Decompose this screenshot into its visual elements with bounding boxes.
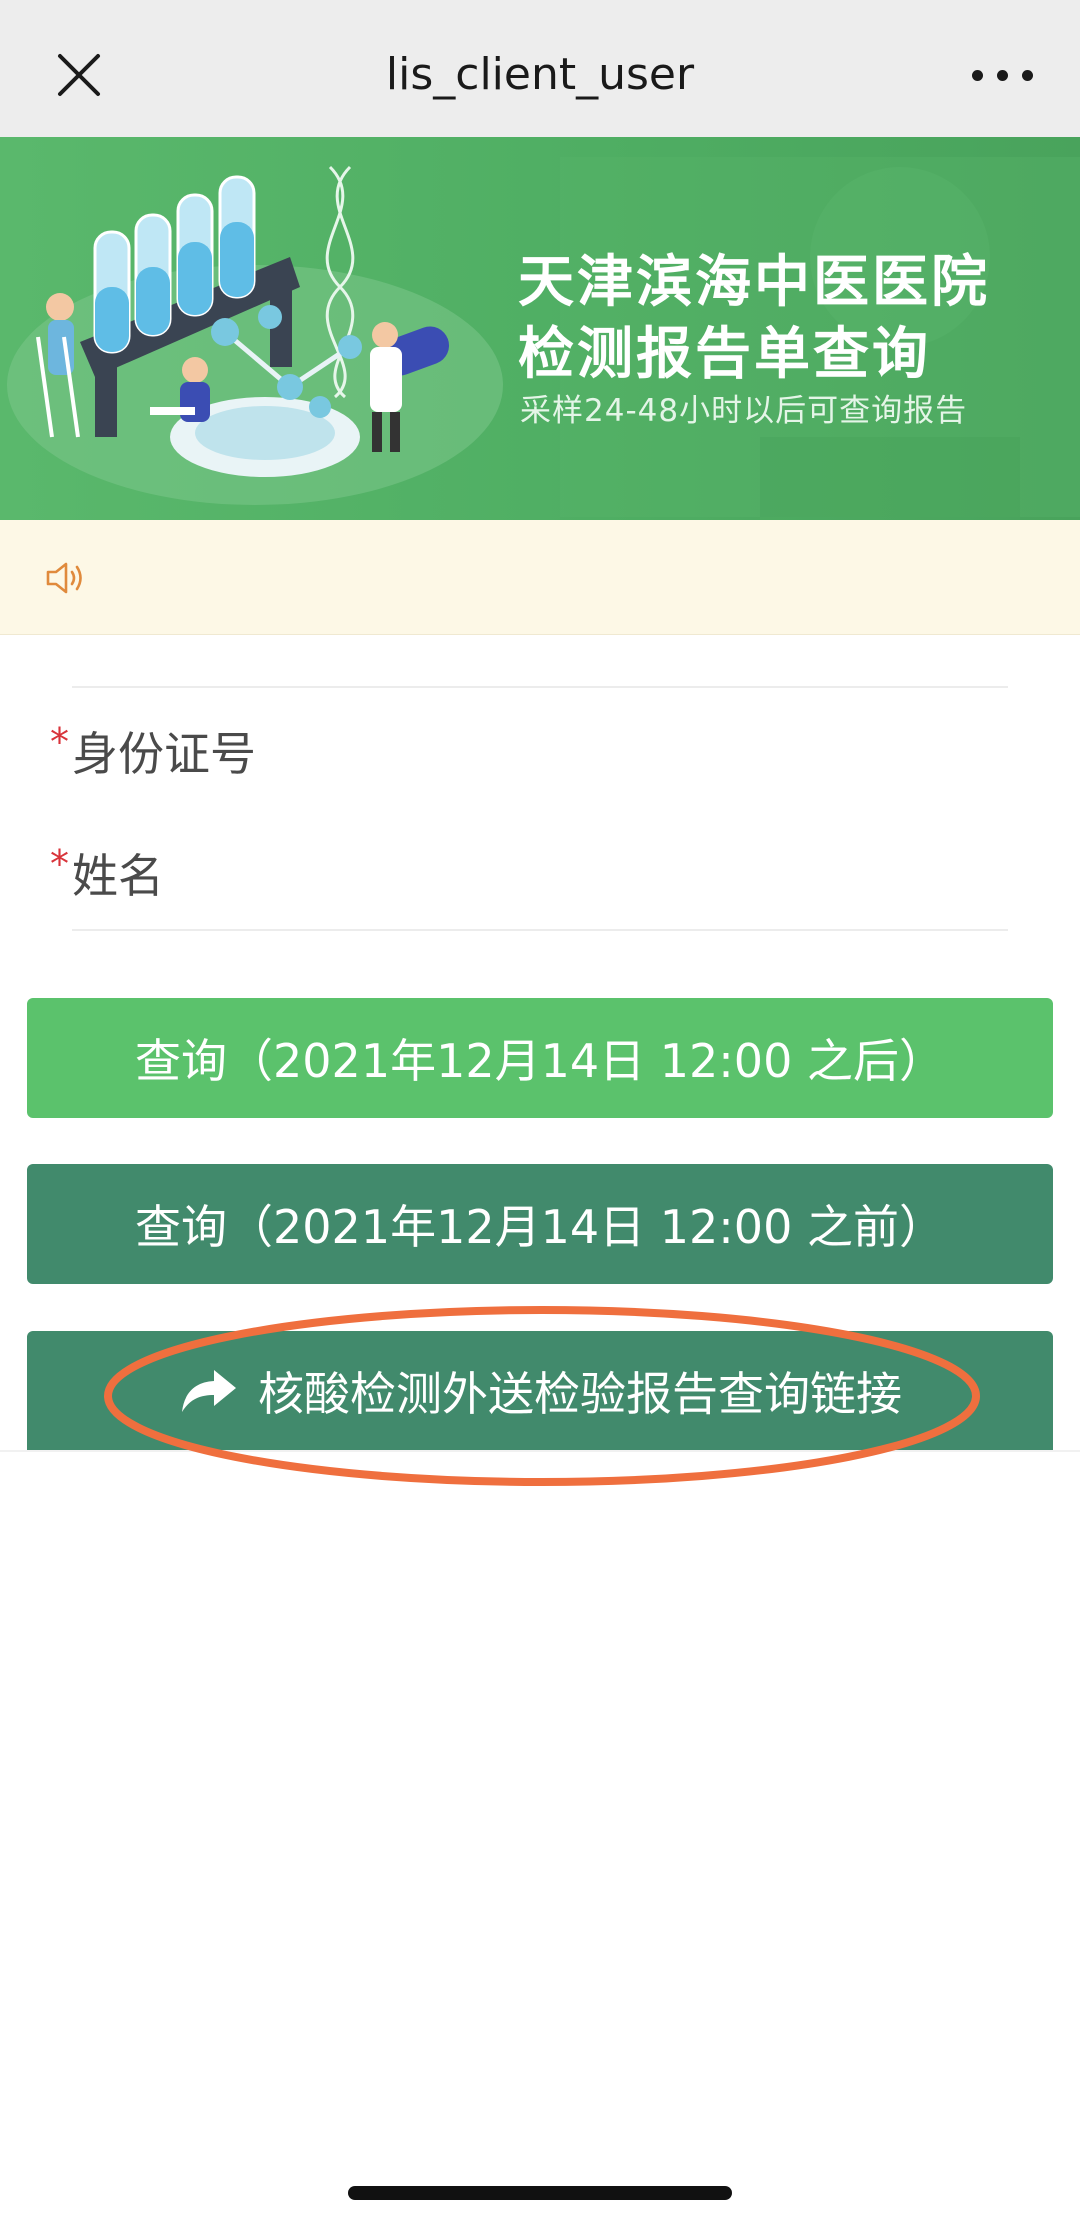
banner-subtitle: 采样24-48小时以后可查询报告 <box>520 393 968 429</box>
query-before-label: 查询（2021年12月14日 12:00 之前） <box>135 1200 945 1254</box>
name-label: 姓名 <box>72 849 164 903</box>
id-number-label: 身份证号 <box>72 727 256 781</box>
name-row: * 姓名 <box>50 832 1030 912</box>
name-input[interactable] <box>410 836 994 906</box>
form-divider-bottom <box>72 929 1008 931</box>
required-mark: * <box>50 720 69 764</box>
home-indicator <box>348 2186 732 2200</box>
page-title: lis_client_user <box>385 49 695 100</box>
required-mark: * <box>50 842 69 886</box>
share-arrow-icon <box>182 1369 236 1412</box>
banner-title-line1: 天津滨海中医医院 <box>518 250 990 315</box>
external-report-link-label: 核酸检测外送检验报告查询链接 <box>258 1366 902 1421</box>
banner-title-line2: 检测报告单查询 <box>518 322 931 387</box>
id-number-input[interactable] <box>410 714 994 784</box>
speaker-icon <box>46 562 82 594</box>
external-report-link-button[interactable]: 核酸检测外送检验报告查询链接 <box>27 1331 1053 1450</box>
query-before-button[interactable]: 查询（2021年12月14日 12:00 之前） <box>27 1164 1053 1284</box>
notice-bar <box>0 520 1080 635</box>
content-bottom-divider <box>0 1450 1080 1452</box>
form-divider-top <box>72 686 1008 688</box>
id-number-row: * 身份证号 <box>50 710 1030 790</box>
query-after-label: 查询（2021年12月14日 12:00 之后） <box>135 1034 945 1088</box>
query-after-button[interactable]: 查询（2021年12月14日 12:00 之后） <box>27 998 1053 1118</box>
title-bar: lis_client_user <box>0 0 1080 137</box>
hospital-banner: 天津滨海中医医院 检测报告单查询 采样24-48小时以后可查询报告 <box>0 137 1080 520</box>
more-icon[interactable] <box>968 44 1038 106</box>
